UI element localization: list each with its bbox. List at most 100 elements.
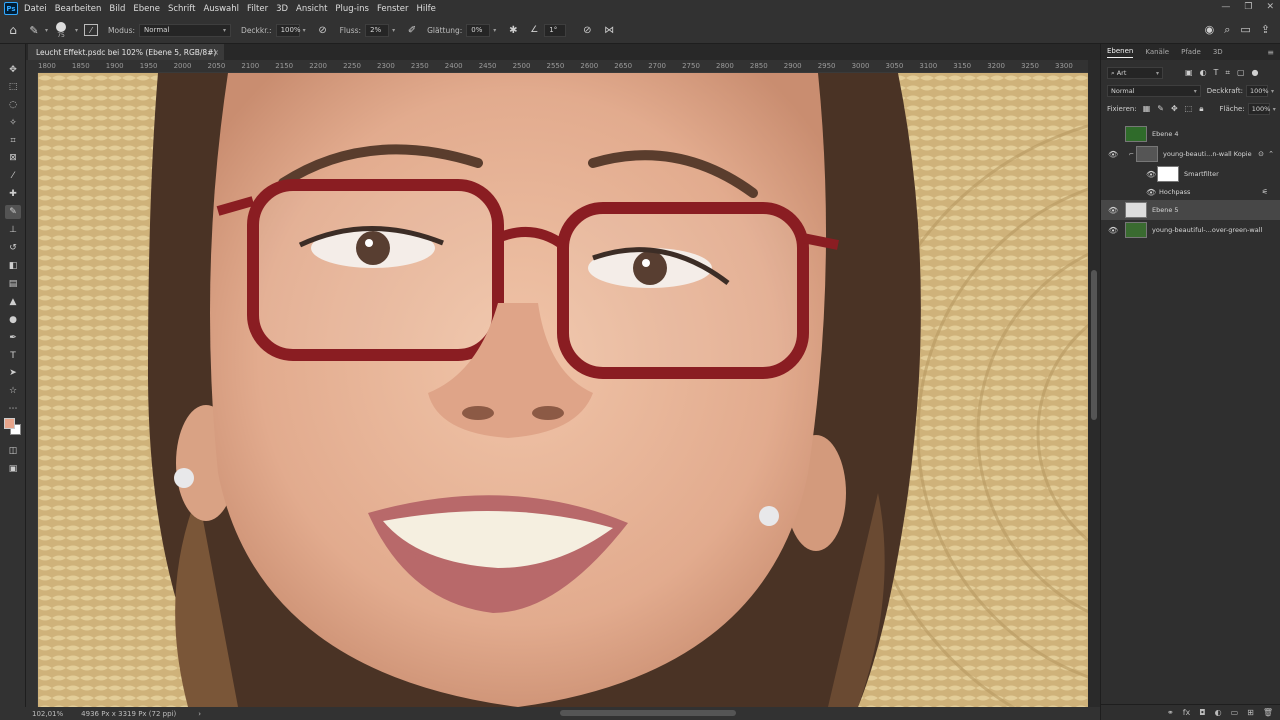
menu-fenster[interactable]: Fenster [377,4,409,14]
gradient-tool-icon[interactable]: ▤ [5,277,21,291]
pen-tool-icon[interactable]: ✒ [5,331,21,345]
menu-ansicht[interactable]: Ansicht [296,4,327,14]
healing-brush-tool-icon[interactable]: ✚ [5,187,21,201]
zoom-level[interactable]: 102,01% [32,710,63,718]
filter-smart-icon[interactable]: ▢ [1237,68,1245,78]
dodge-tool-icon[interactable]: ● [5,313,21,327]
smoothing-input[interactable]: 0% [466,23,491,37]
history-brush-tool-icon[interactable]: ↺ [5,241,21,255]
lasso-tool-icon[interactable]: ◌ [5,98,21,112]
canvas-image[interactable] [38,73,1088,707]
filter-type-icon[interactable]: T [1214,68,1219,78]
menu-datei[interactable]: Datei [24,4,47,14]
menu-bearbeiten[interactable]: Bearbeiten [55,4,102,14]
eye-icon[interactable]: 👁︎ [1146,188,1156,197]
close-tab-icon[interactable]: × [213,48,219,57]
tool-preset-caret-icon[interactable]: ▾ [45,27,48,34]
eye-icon[interactable]: 👁︎ [1108,226,1118,235]
tab-pfade[interactable]: Pfade [1181,48,1201,56]
layer-smartfilter[interactable]: 👁︎ Smartfilter [1101,164,1280,184]
collapse-icon[interactable]: ⌃ [1268,150,1274,158]
trash-icon[interactable]: 🗑︎ [1263,708,1273,717]
search-icon[interactable]: ⌕ [1224,23,1230,37]
pressure-size-icon[interactable]: ⊘ [580,25,594,36]
layer-opacity-input[interactable]: 100% [1245,85,1269,97]
fill-input[interactable]: 100% [1247,103,1270,115]
minimize-icon[interactable]: — [1221,2,1230,12]
eye-icon[interactable]: 👁︎ [1146,170,1156,179]
fill-caret-icon[interactable]: ▾ [1273,106,1276,113]
brush-tool-icon[interactable]: ✎ [26,24,42,37]
link-layers-icon[interactable]: ⚭ [1167,708,1174,717]
panel-menu-icon[interactable]: ≡ [1267,48,1274,57]
menu-auswahl[interactable]: Auswahl [203,4,239,14]
angle-input[interactable]: 1° [544,23,567,37]
new-layer-icon[interactable]: ⊞ [1247,708,1254,717]
brush-tool-icon-active[interactable]: ✎ [5,205,21,219]
filter-adjust-icon[interactable]: ◐ [1200,68,1207,78]
filter-options-icon[interactable]: ⚟ [1262,188,1268,196]
close-window-icon[interactable]: ✕ [1266,2,1274,12]
lock-position-icon[interactable]: ✥ [1171,104,1178,114]
tab-kanaele[interactable]: Kanäle [1145,48,1169,56]
crop-tool-icon[interactable]: ⌗ [5,134,21,148]
symmetry-icon[interactable]: ⋈ [602,25,616,36]
vertical-scrollbar[interactable] [1088,60,1100,707]
adjustment-layer-icon[interactable]: ◐ [1215,708,1222,717]
menu-schrift[interactable]: Schrift [168,4,196,14]
brush-preset-picker[interactable]: 75 [56,21,67,39]
filter-shape-icon[interactable]: ⌗ [1225,68,1230,78]
vertical-scroll-thumb[interactable] [1091,270,1097,420]
quick-select-tool-icon[interactable]: ✧ [5,116,21,130]
move-tool-icon[interactable]: ✥ [5,63,21,77]
brush-settings-icon[interactable]: ⁄ [84,24,99,36]
flow-slider-caret-icon[interactable]: ▾ [392,27,395,34]
lock-artboard-icon[interactable]: ⬚ [1185,104,1193,114]
path-select-tool-icon[interactable]: ➤ [5,366,21,380]
mode-select[interactable]: Normal ▾ [139,23,232,37]
menu-plugins[interactable]: Plug-ins [335,4,369,14]
lock-pixels-icon[interactable]: ✎ [1157,104,1164,114]
home-icon[interactable]: ⌂ [0,23,26,37]
quick-mask-icon[interactable]: ◫ [5,444,21,458]
lock-all-icon[interactable]: 🔒︎ [1199,104,1203,114]
smoothing-slider-caret-icon[interactable]: ▾ [493,27,496,34]
foreground-color-swatch[interactable] [4,418,15,429]
opacity-caret-icon[interactable]: ▾ [1271,88,1274,95]
menu-filter[interactable]: Filter [247,4,268,14]
stamp-tool-icon[interactable]: ⊥ [5,223,21,237]
pressure-opacity-icon[interactable]: ⊘ [316,25,330,36]
brush-preset-caret-icon[interactable]: ▾ [75,27,78,34]
menu-hilfe[interactable]: Hilfe [416,4,435,14]
marquee-tool-icon[interactable]: ⬚ [5,80,21,94]
layer-hochpass[interactable]: 👁︎ Hochpass ⚟ [1101,184,1280,200]
eye-icon[interactable]: 👁︎ [1108,206,1118,215]
tab-3d[interactable]: 3D [1213,48,1223,56]
frame-tool-icon[interactable]: ⊠ [5,151,21,165]
eraser-tool-icon[interactable]: ◧ [5,259,21,273]
blur-tool-icon[interactable]: ▲ [5,295,21,309]
more-tools-icon[interactable]: ⋯ [5,402,21,416]
gear-icon[interactable]: ✱ [506,25,520,36]
layer-ebene-5[interactable]: 👁︎ Ebene 5 [1101,200,1280,220]
blend-mode-select[interactable]: Normal ▾ [1107,85,1201,97]
menu-3d[interactable]: 3D [276,4,288,14]
lock-transparency-icon[interactable]: ▦ [1143,104,1151,114]
share-icon[interactable]: ⇪ [1261,23,1270,37]
layer-ebene-4[interactable]: Ebene 4 [1101,124,1280,144]
layer-young-beauti-kopie[interactable]: 👁︎ ⌐ young-beauti...n-wall Kopie ⊙ ⌃ [1101,144,1280,164]
horizontal-scroll-thumb[interactable] [560,710,736,716]
learn-icon[interactable]: ◉ [1205,23,1215,37]
restore-icon[interactable]: ❐ [1244,2,1252,12]
layer-filter-select[interactable]: ⌕ Art ▾ [1107,67,1163,79]
status-arrow-icon[interactable]: › [198,710,201,718]
flow-input[interactable]: 2% [365,23,390,37]
airbrush-icon[interactable]: ✐ [405,25,419,36]
eyedropper-tool-icon[interactable]: ⁄ [5,169,21,183]
opacity-input[interactable]: 100% [275,23,301,37]
layer-young-beautiful-original[interactable]: 👁︎ young-beautiful-...over-green-wall [1101,220,1280,240]
shape-tool-icon[interactable]: ☆ [5,384,21,398]
menu-bild[interactable]: Bild [109,4,125,14]
eye-icon[interactable]: 👁︎ [1108,150,1118,159]
filter-pixel-icon[interactable]: ▣ [1185,68,1193,78]
